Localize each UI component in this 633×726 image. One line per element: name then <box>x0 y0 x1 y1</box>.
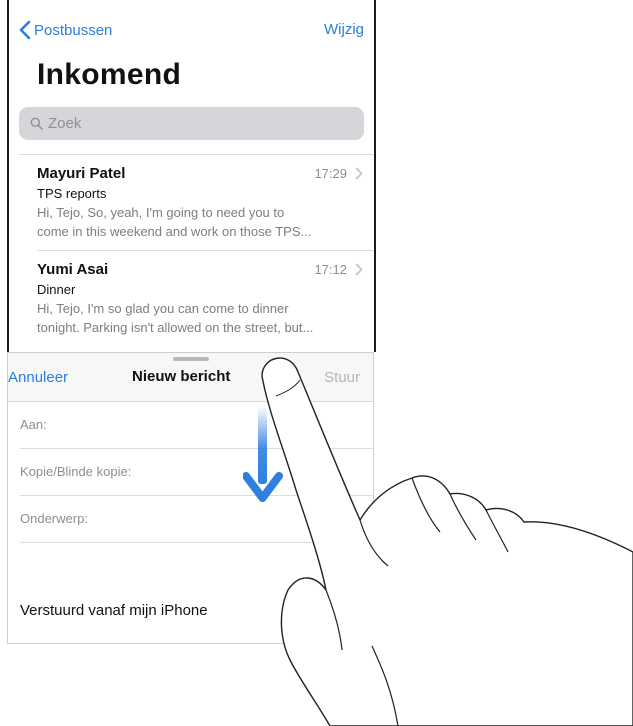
page-title: Inkomend <box>37 58 182 91</box>
to-field-label: Aan: <box>20 417 47 432</box>
search-placeholder: Zoek <box>48 115 82 132</box>
divider <box>19 154 374 155</box>
compose-title: Nieuw bericht <box>132 368 231 385</box>
mail-preview: Hi, Tejo, So, yeah, I'm going to need yo… <box>37 203 363 241</box>
mail-sender: Mayuri Patel <box>37 165 126 182</box>
mail-time: 17:29 <box>314 166 347 181</box>
inbox-screen: Postbussen Wijzig Inkomend Zoek Mayuri P… <box>7 0 376 352</box>
mail-preview: Hi, Tejo, I'm so glad you can come to di… <box>37 299 363 337</box>
mail-subject: Dinner <box>37 282 76 297</box>
chevron-right-icon <box>355 263 363 276</box>
divider <box>37 250 374 251</box>
cc-bcc-field-label: Kopie/Blinde kopie: <box>20 464 132 479</box>
back-button[interactable]: Postbussen <box>19 20 112 40</box>
mail-preview-line: Hi, Tejo, So, yeah, I'm going to need yo… <box>37 205 285 220</box>
mail-preview-line: Hi, Tejo, I'm so glad you can come to di… <box>37 301 289 316</box>
message-signature[interactable]: Verstuurd vanaf mijn iPhone <box>20 602 208 619</box>
chevron-right-icon <box>355 167 363 180</box>
subject-field-label: Onderwerp: <box>20 511 88 526</box>
back-button-label: Postbussen <box>34 21 113 39</box>
search-icon <box>30 117 43 130</box>
edit-button[interactable]: Wijzig <box>324 21 364 38</box>
chevron-left-icon <box>19 20 31 40</box>
mail-time: 17:12 <box>314 262 347 277</box>
search-field[interactable]: Zoek <box>19 107 364 140</box>
mail-preview-line: tonight. Parking isn't allowed on the st… <box>37 320 314 335</box>
sheet-grabber[interactable] <box>173 357 209 361</box>
cancel-button[interactable]: Annuleer <box>8 369 68 386</box>
mail-preview-line: come in this weekend and work on those T… <box>37 224 312 239</box>
mail-sender: Yumi Asai <box>37 261 109 278</box>
mail-subject: TPS reports <box>37 186 107 201</box>
pointing-hand-icon <box>261 357 633 726</box>
